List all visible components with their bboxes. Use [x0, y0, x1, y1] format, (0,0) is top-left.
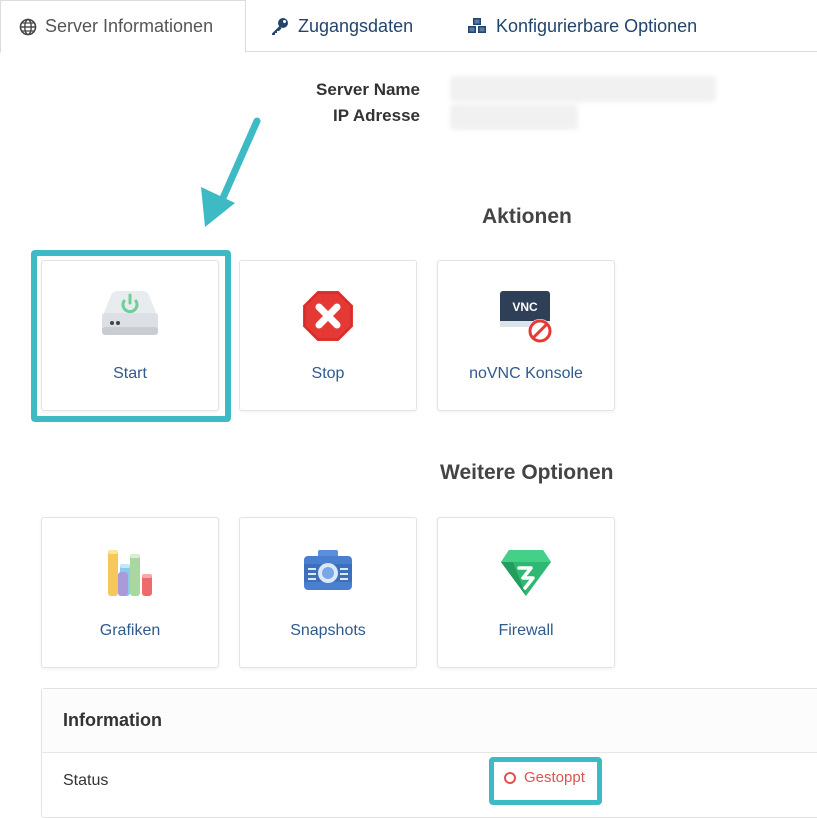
arrow-annotation	[201, 117, 261, 227]
status-label: Status	[63, 772, 109, 789]
tab-label: Konfigurierbare Optionen	[496, 15, 698, 36]
information-panel: Information Status Gestoppt	[41, 688, 817, 818]
tab-bar: Server Informationen Zugangsdaten Konfig…	[0, 0, 817, 53]
novnc-label: noVNC Konsole	[469, 365, 583, 382]
server-name-value-redacted	[450, 76, 716, 102]
information-title: Information	[63, 710, 162, 730]
svg-text:VNC: VNC	[512, 300, 538, 314]
status-highlight-frame	[489, 757, 602, 805]
start-highlight-frame	[31, 250, 231, 422]
stop-button[interactable]: Stop	[239, 260, 417, 411]
globe-icon	[19, 18, 37, 35]
tab-server-informationen[interactable]: Server Informationen	[0, 0, 246, 53]
information-panel-header: Information	[42, 689, 817, 753]
key-icon	[272, 18, 288, 35]
stop-label: Stop	[311, 365, 345, 382]
shield-gem-icon	[501, 550, 551, 596]
server-name-label: Server Name	[316, 80, 420, 99]
stop-sign-icon	[301, 289, 355, 343]
cubes-icon	[468, 18, 486, 33]
tab-konfigurierbare-optionen[interactable]: Konfigurierbare Optionen	[450, 0, 713, 52]
novnc-console-button[interactable]: VNC noVNC Konsole	[437, 260, 615, 411]
tab-zugangsdaten[interactable]: Zugangsdaten	[254, 0, 429, 52]
options-title: Weitere Optionen	[440, 461, 614, 484]
snapshots-button[interactable]: Snapshots	[239, 517, 417, 668]
tab-label: Server Informationen	[45, 16, 214, 36]
grafiken-button[interactable]: Grafiken	[41, 517, 219, 668]
tab-label: Zugangsdaten	[298, 15, 414, 36]
vnc-disabled-icon: VNC	[500, 291, 552, 343]
firewall-label: Firewall	[498, 622, 554, 639]
grafiken-label: Grafiken	[99, 622, 161, 639]
firewall-button[interactable]: Firewall	[437, 517, 615, 668]
snapshots-label: Snapshots	[290, 622, 366, 639]
actions-title: Aktionen	[482, 205, 572, 228]
ip-address-value-redacted	[450, 104, 578, 130]
ip-address-label: IP Adresse	[333, 106, 420, 125]
camera-icon	[304, 550, 352, 590]
bar-chart-icon	[108, 550, 152, 596]
